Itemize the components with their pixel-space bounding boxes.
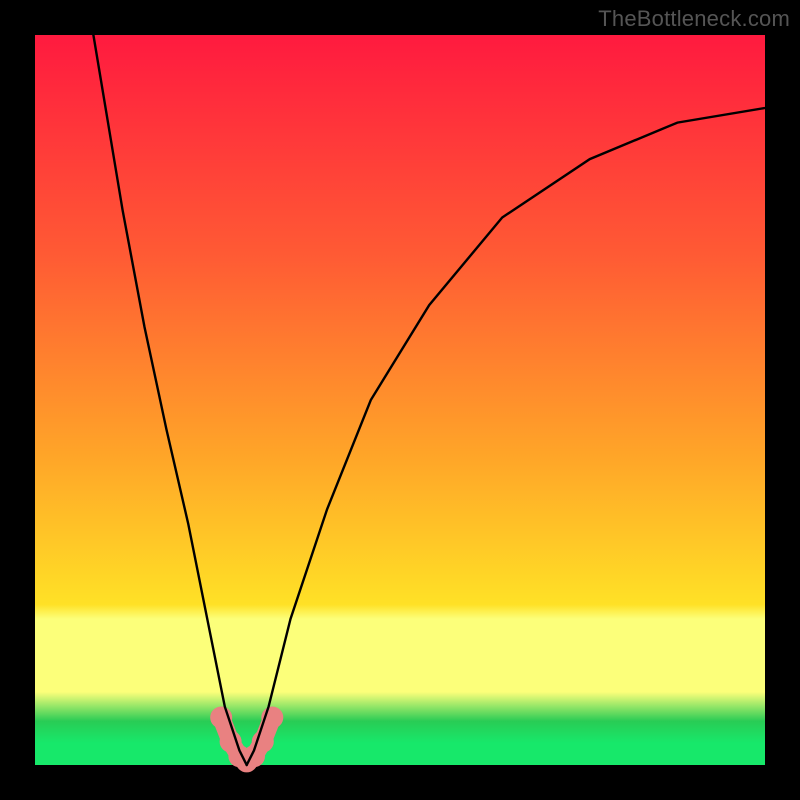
chart-plot-area bbox=[35, 35, 765, 765]
curve-left-branch bbox=[93, 35, 246, 765]
chart-svg bbox=[35, 35, 765, 765]
chart-frame: TheBottleneck.com bbox=[0, 0, 800, 800]
curve-right-branch bbox=[247, 108, 765, 765]
watermark-text: TheBottleneck.com bbox=[598, 6, 790, 32]
